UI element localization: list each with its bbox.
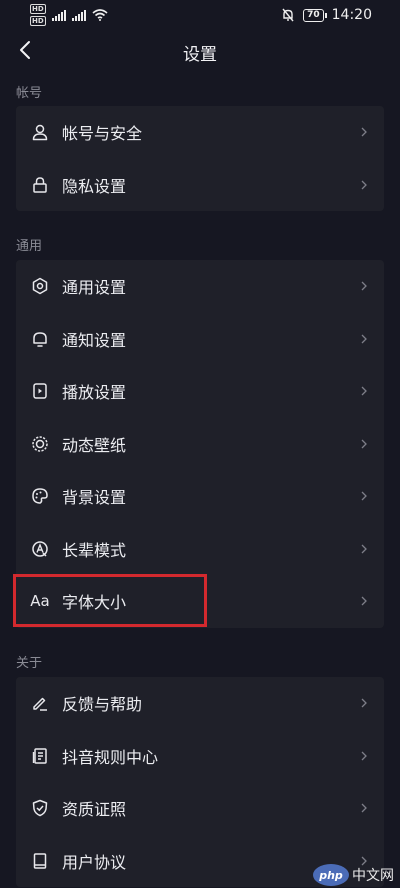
chevron-right-icon bbox=[361, 180, 367, 190]
hd-badge-2: HD bbox=[30, 16, 46, 26]
play-settings-icon bbox=[30, 381, 50, 401]
settings-item-account-security[interactable]: 帐号与安全 bbox=[16, 106, 384, 159]
settings-item-label: 反馈与帮助 bbox=[62, 695, 143, 715]
status-bar: HD HD 70 14:20 bbox=[0, 0, 400, 30]
palette-icon bbox=[30, 486, 50, 506]
section-label-about: 关于 bbox=[16, 656, 43, 671]
watermark: php 中文网 bbox=[313, 864, 394, 886]
lock-icon bbox=[30, 175, 50, 195]
battery-icon: 70 bbox=[303, 8, 327, 22]
group-general: 通用设置 通知设置 播放设置 动态壁纸 背景设置 长辈模式 Aa 字体大小 bbox=[16, 260, 384, 628]
shield-check-icon bbox=[30, 798, 50, 818]
watermark-text: 中文网 bbox=[352, 868, 394, 884]
chevron-right-icon bbox=[361, 596, 367, 606]
section-label-account: 帐号 bbox=[16, 86, 43, 101]
hd-indicators: HD HD bbox=[30, 4, 46, 26]
settings-item-rules-center[interactable]: 抖音规则中心 bbox=[16, 730, 384, 783]
signal-icon-2 bbox=[71, 9, 86, 21]
book-icon bbox=[30, 851, 50, 871]
person-icon bbox=[30, 122, 50, 142]
chevron-right-icon bbox=[361, 334, 367, 344]
chevron-right-icon bbox=[361, 698, 367, 708]
signal-icon bbox=[51, 9, 66, 21]
settings-item-qualifications[interactable]: 资质证照 bbox=[16, 782, 384, 835]
section-label-general: 通用 bbox=[16, 239, 43, 254]
settings-item-label: 帐号与安全 bbox=[62, 124, 143, 144]
chevron-right-icon bbox=[361, 127, 367, 137]
settings-item-playback[interactable]: 播放设置 bbox=[16, 365, 384, 418]
php-logo: php bbox=[313, 864, 349, 886]
nav-bar: 设置 bbox=[0, 30, 400, 74]
settings-item-label: 通知设置 bbox=[62, 330, 127, 350]
highlight-box bbox=[13, 574, 207, 627]
mute-bell-icon bbox=[282, 8, 294, 22]
chevron-right-icon bbox=[361, 386, 367, 396]
bell-icon bbox=[30, 329, 50, 349]
wallpaper-icon bbox=[30, 434, 50, 454]
document-icon bbox=[30, 746, 50, 766]
settings-item-label: 动态壁纸 bbox=[62, 435, 127, 455]
chevron-right-icon bbox=[361, 439, 367, 449]
page-title: 设置 bbox=[183, 44, 217, 65]
settings-item-label: 隐私设置 bbox=[62, 176, 127, 196]
settings-item-label: 抖音规则中心 bbox=[62, 747, 159, 767]
elder-mode-icon bbox=[30, 539, 50, 559]
status-right: 70 14:20 bbox=[281, 7, 372, 23]
settings-item-label: 通用设置 bbox=[62, 278, 127, 298]
settings-item-feedback[interactable]: 反馈与帮助 bbox=[16, 677, 384, 730]
settings-item-notification[interactable]: 通知设置 bbox=[16, 313, 384, 366]
back-arrow-icon[interactable] bbox=[14, 38, 38, 62]
group-about: 反馈与帮助 抖音规则中心 资质证照 用户协议 bbox=[16, 677, 384, 887]
settings-item-elder-mode[interactable]: 长辈模式 bbox=[16, 523, 384, 576]
settings-item-background[interactable]: 背景设置 bbox=[16, 470, 384, 523]
settings-item-label: 长辈模式 bbox=[62, 540, 127, 560]
settings-item-privacy[interactable]: 隐私设置 bbox=[16, 159, 384, 212]
chevron-right-icon bbox=[361, 751, 367, 761]
status-left: HD HD bbox=[30, 4, 108, 26]
chevron-right-icon bbox=[361, 281, 367, 291]
settings-item-label: 背景设置 bbox=[62, 488, 127, 508]
settings-item-label: 资质证照 bbox=[62, 800, 127, 820]
chevron-right-icon bbox=[361, 803, 367, 813]
wifi-icon bbox=[92, 9, 108, 21]
hd-badge-1: HD bbox=[30, 4, 46, 14]
gear-icon bbox=[30, 276, 50, 296]
chevron-right-icon bbox=[361, 491, 367, 501]
settings-item-general[interactable]: 通用设置 bbox=[16, 260, 384, 313]
settings-item-live-wallpaper[interactable]: 动态壁纸 bbox=[16, 418, 384, 471]
group-account: 帐号与安全 隐私设置 bbox=[16, 106, 384, 211]
chevron-right-icon bbox=[361, 544, 367, 554]
clock: 14:20 bbox=[331, 7, 372, 23]
settings-item-label: 播放设置 bbox=[62, 383, 127, 403]
pencil-icon bbox=[30, 693, 50, 713]
